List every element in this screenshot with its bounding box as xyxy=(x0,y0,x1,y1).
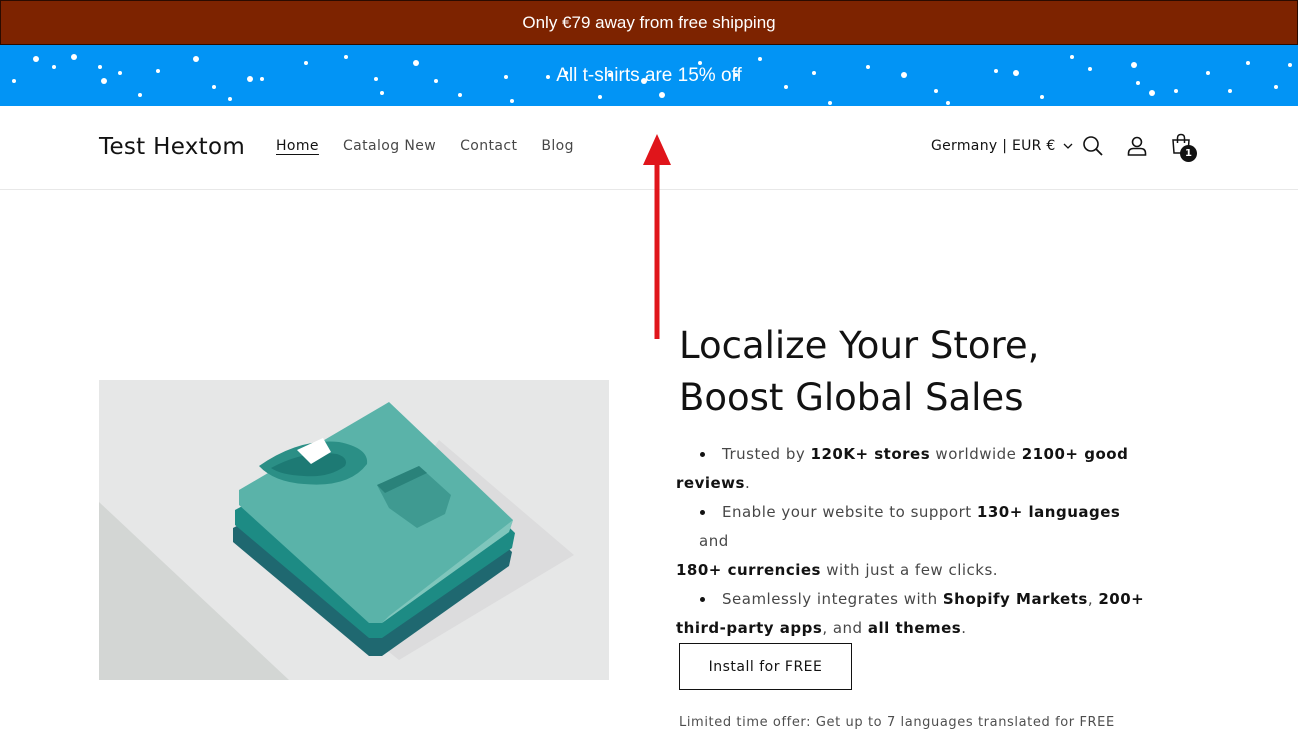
hero-title: Localize Your Store, Boost Global Sales xyxy=(679,320,1199,424)
nav-item-blog[interactable]: Blog xyxy=(541,138,574,154)
nav-item-catalog-new[interactable]: Catalog New xyxy=(343,138,436,154)
shipping-announcement-text: Only €79 away from free shipping xyxy=(522,12,776,32)
cart-count-badge: 1 xyxy=(1180,145,1197,162)
install-for-free-button[interactable]: Install for FREE xyxy=(679,643,852,690)
hero-title-line-2: Boost Global Sales xyxy=(679,376,1024,419)
nav-item-home[interactable]: Home xyxy=(276,138,319,154)
store-logo[interactable]: Test Hextom xyxy=(99,134,245,160)
hero-title-line-1: Localize Your Store, xyxy=(679,324,1040,367)
limited-offer-text: Limited time offer: Get up to 7 language… xyxy=(679,715,1115,730)
country-currency-label: Germany | EUR € xyxy=(931,138,1056,154)
feature-list: Trusted by 120K+ stores worldwide 2100+ … xyxy=(676,440,1149,643)
country-currency-selector[interactable]: Germany | EUR € xyxy=(931,138,1074,154)
feature-item: Seamlessly integrates with Shopify Marke… xyxy=(676,585,1149,643)
account-icon[interactable] xyxy=(1125,134,1149,158)
search-icon[interactable] xyxy=(1081,134,1105,158)
hero-tshirt-illustration xyxy=(99,380,609,680)
chevron-down-icon xyxy=(1063,143,1073,149)
shipping-announcement-bar: Only €79 away from free shipping xyxy=(0,0,1298,45)
main-navigation: Home Catalog New Contact Blog xyxy=(276,138,598,154)
feature-item: Enable your website to support 130+ lang… xyxy=(676,498,1149,585)
nav-item-contact[interactable]: Contact xyxy=(460,138,517,154)
annotation-arrow xyxy=(643,134,671,339)
promo-announcement-text: All t-shirts are 15% off xyxy=(556,64,742,86)
promo-announcement-bar: All t-shirts are 15% off xyxy=(0,45,1298,106)
feature-item: Trusted by 120K+ stores worldwide 2100+ … xyxy=(676,440,1149,498)
